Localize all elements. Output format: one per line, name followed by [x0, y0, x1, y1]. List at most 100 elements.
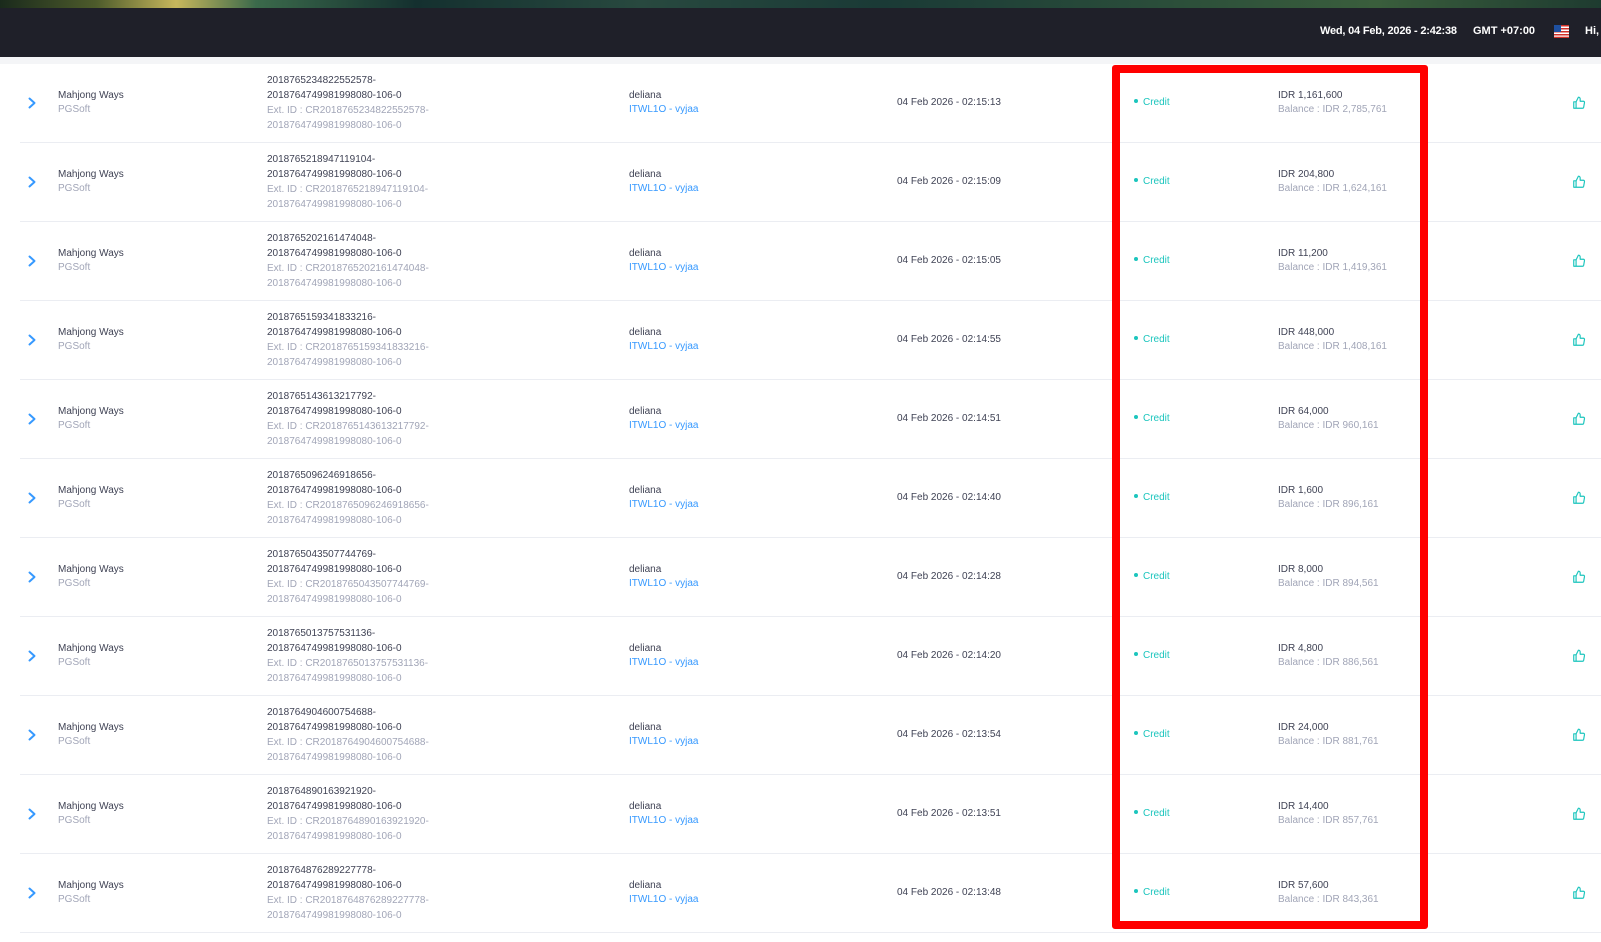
header-timezone: GMT +07:00	[1473, 25, 1536, 37]
transaction-id-line2: 2018764749981998080-106-0	[267, 327, 402, 338]
amount-cell: IDR 11,200 Balance : IDR 1,419,361	[1278, 247, 1387, 275]
thumbs-up-icon[interactable]	[1572, 728, 1586, 742]
table-row[interactable]: Mahjong Ways PGSoft 2018765096246918656- 20…	[20, 459, 1601, 538]
chevron-right-icon[interactable]	[26, 96, 38, 110]
username: deliana	[629, 722, 662, 733]
account-link[interactable]: ITWL1O - vyjaa	[629, 577, 698, 591]
external-id-line1: Ext. ID : CR2018765202161474048-	[267, 263, 429, 274]
username: deliana	[629, 169, 662, 180]
transaction-id-line2: 2018764749981998080-106-0	[267, 485, 402, 496]
account-link[interactable]: ITWL1O - vyjaa	[629, 656, 698, 670]
user-cell: deliana ITWL1O - vyjaa	[629, 800, 698, 828]
thumbs-up-icon[interactable]	[1572, 175, 1586, 189]
game-cell: Mahjong Ways PGSoft	[58, 405, 124, 433]
amount-cell: IDR 4,800 Balance : IDR 886,561	[1278, 642, 1379, 670]
transaction-id-line1: 2018764876289227778-	[267, 865, 376, 876]
account-link[interactable]: ITWL1O - vyjaa	[629, 340, 698, 354]
external-id-line2: 2018764749981998080-106-0	[267, 357, 402, 368]
table-row[interactable]: Mahjong Ways PGSoft 2018764890163921920- 20…	[20, 775, 1601, 854]
table-row[interactable]: Mahjong Ways PGSoft 2018765013757531136- 20…	[20, 617, 1601, 696]
account-link[interactable]: ITWL1O - vyjaa	[629, 735, 698, 749]
external-id-line1: Ext. ID : CR2018765013757531136-	[267, 658, 429, 669]
transaction-id-cell: 2018764876289227778- 2018764749981998080-…	[267, 863, 429, 923]
external-id-line2: 2018764749981998080-106-0	[267, 436, 402, 447]
thumbs-up-icon[interactable]	[1572, 96, 1586, 110]
header-datetime: Wed, 04 Feb, 2026 - 2:42:38	[1320, 25, 1457, 37]
chevron-right-icon[interactable]	[26, 175, 38, 189]
external-id-line1: Ext. ID : CR2018764904600754688-	[267, 737, 429, 748]
chevron-right-icon[interactable]	[26, 491, 38, 505]
transaction-id-line2: 2018764749981998080-106-0	[267, 406, 402, 417]
transaction-id-cell: 2018765043507744769- 2018764749981998080-…	[267, 547, 429, 607]
us-flag-icon[interactable]	[1554, 25, 1569, 38]
game-cell: Mahjong Ways PGSoft	[58, 168, 124, 196]
status-dot-icon	[1134, 652, 1138, 657]
amount: IDR 448,000	[1278, 327, 1335, 338]
table-row[interactable]: Mahjong Ways PGSoft 2018765043507744769- 20…	[20, 538, 1601, 617]
account-link[interactable]: ITWL1O - vyjaa	[629, 419, 698, 433]
amount: IDR 8,000	[1278, 564, 1324, 575]
table-row[interactable]: Mahjong Ways PGSoft 2018764876289227778- 20…	[20, 854, 1601, 933]
chevron-right-icon[interactable]	[26, 728, 38, 742]
transaction-id-line2: 2018764749981998080-106-0	[267, 248, 402, 259]
account-link[interactable]: ITWL1O - vyjaa	[629, 103, 698, 117]
chevron-right-icon[interactable]	[26, 412, 38, 426]
status-label: Credit	[1143, 571, 1170, 582]
thumbs-up-icon[interactable]	[1572, 570, 1586, 584]
thumbs-up-icon[interactable]	[1572, 491, 1586, 505]
table-row[interactable]: Mahjong Ways PGSoft 2018764904600754688- 20…	[20, 696, 1601, 775]
game-cell: Mahjong Ways PGSoft	[58, 326, 124, 354]
account-link[interactable]: ITWL1O - vyjaa	[629, 814, 698, 828]
status-label: Credit	[1143, 334, 1170, 345]
game-name: Mahjong Ways	[58, 169, 124, 180]
external-id-line1: Ext. ID : CR2018765043507744769-	[267, 579, 429, 590]
chevron-right-icon[interactable]	[26, 570, 38, 584]
status-label: Credit	[1143, 255, 1170, 266]
external-id-line1: Ext. ID : CR2018765234822552578-	[267, 105, 429, 116]
game-provider: PGSoft	[58, 183, 91, 194]
game-name: Mahjong Ways	[58, 722, 124, 733]
amount-cell: IDR 14,400 Balance : IDR 857,761	[1278, 800, 1379, 828]
chevron-right-icon[interactable]	[26, 649, 38, 663]
transaction-id-line2: 2018764749981998080-106-0	[267, 880, 402, 891]
account-link[interactable]: ITWL1O - vyjaa	[629, 893, 698, 907]
thumbs-up-icon[interactable]	[1572, 886, 1586, 900]
thumbs-up-icon[interactable]	[1572, 412, 1586, 426]
user-cell: deliana ITWL1O - vyjaa	[629, 168, 698, 196]
chevron-right-icon[interactable]	[26, 254, 38, 268]
thumbs-up-icon[interactable]	[1572, 254, 1586, 268]
user-greeting[interactable]: Hi,	[1585, 25, 1599, 37]
transaction-id-line2: 2018764749981998080-106-0	[267, 643, 402, 654]
thumbs-up-icon[interactable]	[1572, 807, 1586, 821]
chevron-right-icon[interactable]	[26, 807, 38, 821]
status-badge: Credit	[1134, 807, 1170, 821]
transaction-id-line1: 2018765202161474048-	[267, 233, 376, 244]
chevron-right-icon[interactable]	[26, 886, 38, 900]
balance: Balance : IDR 843,361	[1278, 894, 1379, 905]
table-row[interactable]: Mahjong Ways PGSoft 2018765159341833216- 20…	[20, 301, 1601, 380]
external-id-line1: Ext. ID : CR2018765143613217792-	[267, 421, 429, 432]
transaction-id-line1: 2018764904600754688-	[267, 707, 376, 718]
game-provider: PGSoft	[58, 262, 91, 273]
balance: Balance : IDR 1,624,161	[1278, 183, 1387, 194]
username: deliana	[629, 801, 662, 812]
table-row[interactable]: Mahjong Ways PGSoft 2018765202161474048- 20…	[20, 222, 1601, 301]
account-link[interactable]: ITWL1O - vyjaa	[629, 261, 698, 275]
thumbs-up-icon[interactable]	[1572, 649, 1586, 663]
game-name: Mahjong Ways	[58, 327, 124, 338]
chevron-right-icon[interactable]	[26, 333, 38, 347]
transaction-id-line1: 2018765218947119104-	[267, 154, 376, 165]
table-row[interactable]: Mahjong Ways PGSoft 2018765234822552578- 20…	[20, 64, 1601, 143]
account-link[interactable]: ITWL1O - vyjaa	[629, 498, 698, 512]
status-badge: Credit	[1134, 649, 1170, 663]
game-name: Mahjong Ways	[58, 406, 124, 417]
transaction-id-cell: 2018764904600754688- 2018764749981998080-…	[267, 705, 429, 765]
status-dot-icon	[1134, 99, 1138, 104]
status-label: Credit	[1143, 97, 1170, 108]
table-row[interactable]: Mahjong Ways PGSoft 2018765218947119104- 20…	[20, 143, 1601, 222]
table-row[interactable]: Mahjong Ways PGSoft 2018765143613217792- 20…	[20, 380, 1601, 459]
account-link[interactable]: ITWL1O - vyjaa	[629, 182, 698, 196]
game-cell: Mahjong Ways PGSoft	[58, 484, 124, 512]
thumbs-up-icon[interactable]	[1572, 333, 1586, 347]
balance: Balance : IDR 881,761	[1278, 736, 1379, 747]
